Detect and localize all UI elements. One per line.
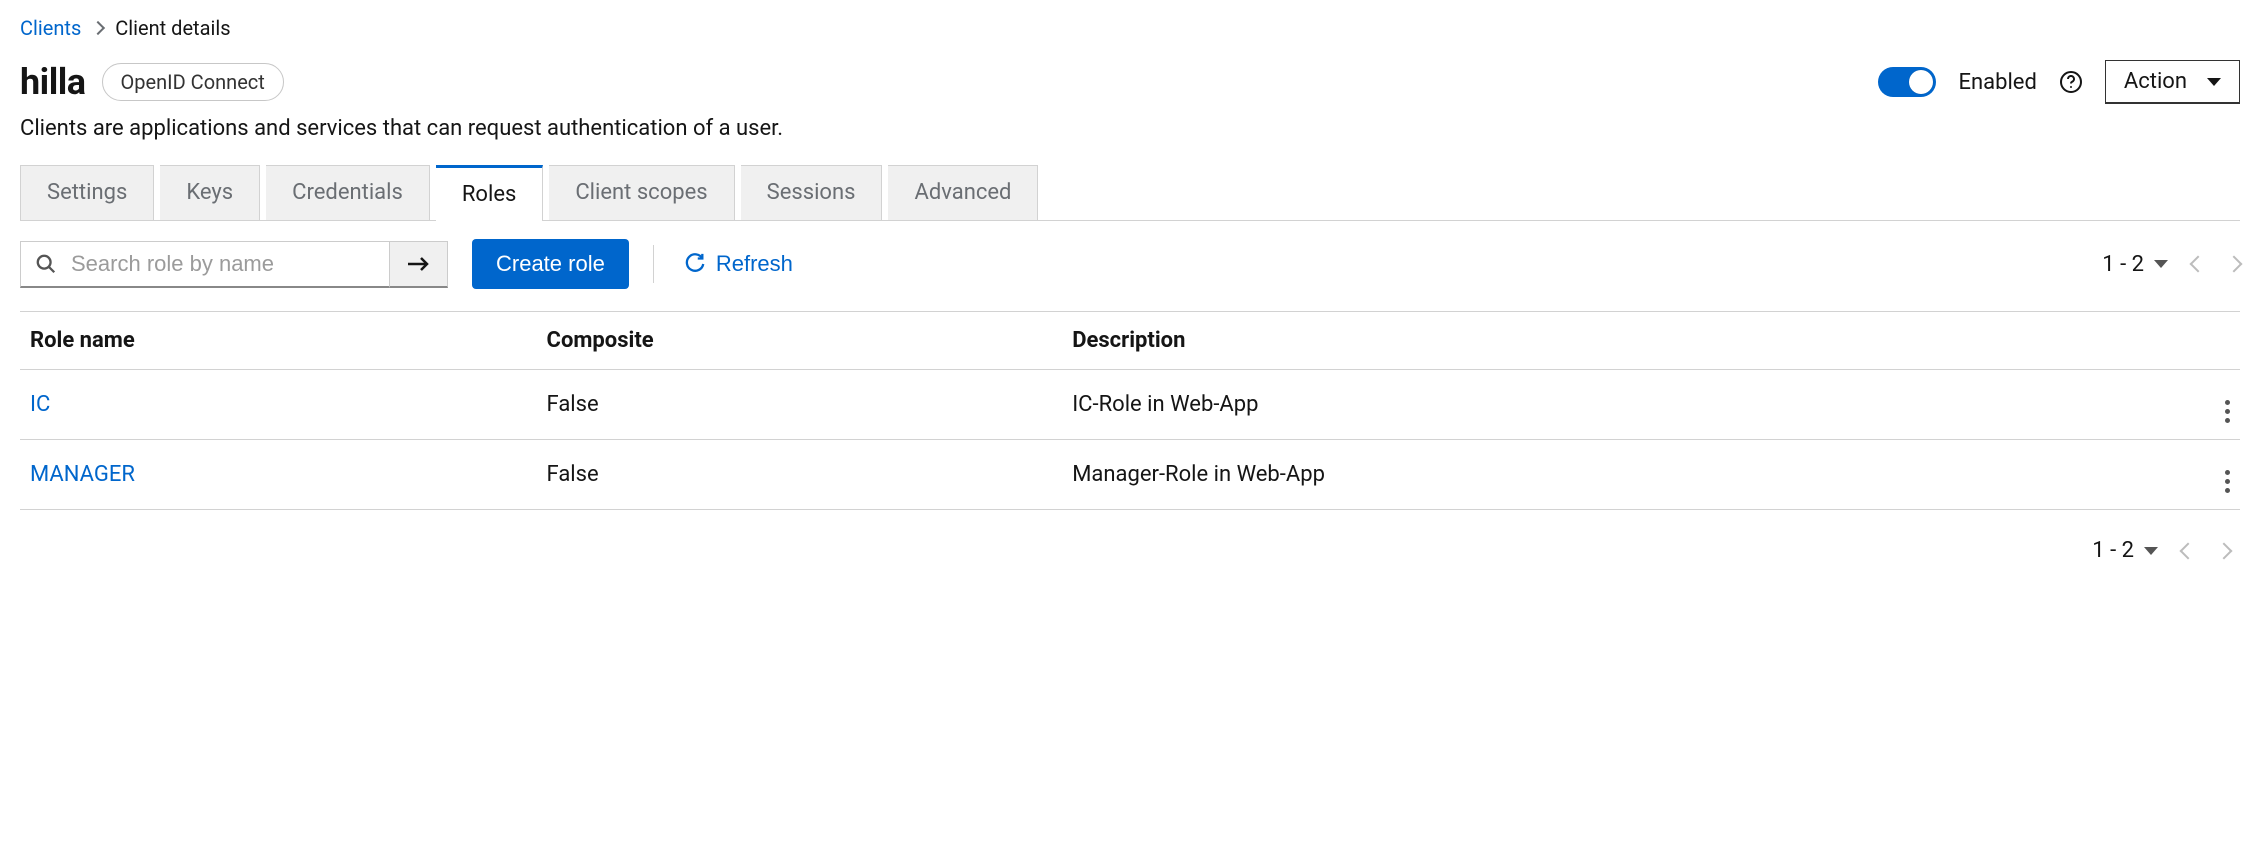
row-actions-menu[interactable] <box>2225 470 2230 493</box>
role-composite: False <box>537 370 1063 440</box>
table-row: MANAGER False Manager-Role in Web-App <box>20 440 2240 510</box>
enabled-label: Enabled <box>1958 70 2036 95</box>
tab-settings[interactable]: Settings <box>20 165 154 220</box>
pager-next[interactable] <box>2216 542 2233 559</box>
pager-range: 1 - 2 <box>2092 538 2134 563</box>
divider <box>653 245 654 283</box>
refresh-label: Refresh <box>716 251 793 277</box>
help-icon[interactable] <box>2059 70 2083 94</box>
breadcrumb: Clients Client details <box>20 16 2240 50</box>
pager-next[interactable] <box>2226 256 2243 273</box>
pager-prev[interactable] <box>2180 542 2197 559</box>
chevron-right-icon <box>91 21 105 35</box>
refresh-button[interactable]: Refresh <box>678 250 799 278</box>
pager-range: 1 - 2 <box>2102 252 2144 277</box>
tab-credentials[interactable]: Credentials <box>266 165 430 220</box>
tab-roles[interactable]: Roles <box>436 165 543 221</box>
role-description: IC-Role in Web-App <box>1062 370 2190 440</box>
role-composite: False <box>537 440 1063 510</box>
caret-down-icon <box>2154 260 2168 268</box>
col-composite: Composite <box>537 312 1063 370</box>
col-actions <box>2190 312 2240 370</box>
caret-down-icon <box>2207 78 2221 86</box>
action-dropdown[interactable]: Action <box>2105 60 2240 104</box>
protocol-badge: OpenID Connect <box>102 63 284 101</box>
pager-bottom[interactable]: 1 - 2 <box>2092 538 2158 563</box>
role-name-link[interactable]: IC <box>30 392 50 417</box>
col-role-name: Role name <box>20 312 537 370</box>
action-label: Action <box>2124 69 2187 94</box>
search-input[interactable] <box>69 250 375 278</box>
tab-keys[interactable]: Keys <box>160 165 260 220</box>
enabled-toggle[interactable] <box>1878 67 1936 97</box>
search-submit-button[interactable] <box>390 241 448 288</box>
role-description: Manager-Role in Web-App <box>1062 440 2190 510</box>
pager-top[interactable]: 1 - 2 <box>2102 252 2168 277</box>
col-description: Description <box>1062 312 2190 370</box>
page-description: Clients are applications and services th… <box>20 110 2240 165</box>
table-row: IC False IC-Role in Web-App <box>20 370 2240 440</box>
search-icon <box>35 253 57 275</box>
row-actions-menu[interactable] <box>2225 400 2230 423</box>
caret-down-icon <box>2144 547 2158 555</box>
roles-table: Role name Composite Description IC False… <box>20 311 2240 510</box>
tab-sessions[interactable]: Sessions <box>741 165 883 220</box>
tabs: Settings Keys Credentials Roles Client s… <box>20 165 2240 221</box>
create-role-button[interactable]: Create role <box>472 239 629 289</box>
search-box <box>20 241 390 288</box>
refresh-icon <box>684 253 706 275</box>
arrow-right-icon <box>407 256 431 272</box>
tab-advanced[interactable]: Advanced <box>888 165 1038 220</box>
page-title: hilla <box>20 61 86 103</box>
tab-client-scopes[interactable]: Client scopes <box>549 165 734 220</box>
breadcrumb-current: Client details <box>115 16 230 40</box>
role-name-link[interactable]: MANAGER <box>30 462 135 487</box>
pager-prev[interactable] <box>2190 256 2207 273</box>
breadcrumb-parent-link[interactable]: Clients <box>20 16 81 40</box>
